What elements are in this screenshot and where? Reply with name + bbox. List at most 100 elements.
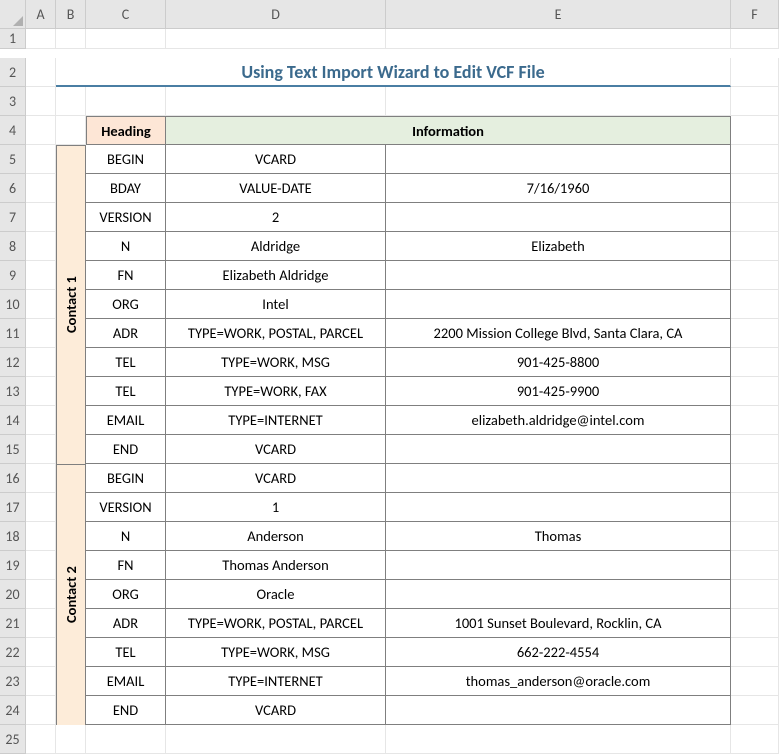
- c1-col2-1[interactable]: 7/16/1960: [386, 174, 731, 203]
- c1-heading-3[interactable]: N: [86, 232, 166, 261]
- col-header-C[interactable]: C: [86, 0, 166, 29]
- row-header-4[interactable]: 4: [0, 116, 26, 145]
- c1-col2-3[interactable]: Elizabeth: [386, 232, 731, 261]
- c1-heading-0[interactable]: BEGIN: [86, 145, 166, 174]
- row-header-8[interactable]: 8: [0, 232, 26, 261]
- contact-1-label[interactable]: Contact 1: [56, 145, 86, 464]
- row-header-1[interactable]: 1: [0, 29, 26, 49]
- cell-F4[interactable]: [731, 116, 779, 145]
- c1-col1-5[interactable]: Intel: [166, 290, 386, 319]
- c2-heading-1[interactable]: VERSION: [86, 493, 166, 522]
- row-header-19[interactable]: 19: [0, 551, 26, 580]
- cell-B3[interactable]: [56, 87, 86, 116]
- c2-col1-6[interactable]: TYPE=WORK, MSG: [166, 638, 386, 667]
- row-header-15[interactable]: 15: [0, 435, 26, 464]
- c2-heading-3[interactable]: FN: [86, 551, 166, 580]
- cell-F19[interactable]: [731, 551, 779, 580]
- cell-A13[interactable]: [26, 377, 56, 406]
- row-header-20[interactable]: 20: [0, 580, 26, 609]
- cell-A2[interactable]: [26, 58, 56, 87]
- cell-F11[interactable]: [731, 319, 779, 348]
- cell-A4[interactable]: [26, 116, 56, 145]
- c2-col2-1[interactable]: [386, 493, 731, 522]
- cell-F12[interactable]: [731, 348, 779, 377]
- c2-col1-1[interactable]: 1: [166, 493, 386, 522]
- cell-A3[interactable]: [26, 87, 56, 116]
- row-header-18[interactable]: 18: [0, 522, 26, 551]
- row-header-22[interactable]: 22: [0, 638, 26, 667]
- c1-col2-9[interactable]: elizabeth.aldridge@intel.com: [386, 406, 731, 435]
- c1-col2-4[interactable]: [386, 261, 731, 290]
- cell-B4[interactable]: [56, 116, 86, 145]
- c1-col1-4[interactable]: Elizabeth Aldridge: [166, 261, 386, 290]
- c2-heading-8[interactable]: END: [86, 696, 166, 725]
- cell-F20[interactable]: [731, 580, 779, 609]
- row-header-24[interactable]: 24: [0, 696, 26, 725]
- cell-A21[interactable]: [26, 609, 56, 638]
- row-header-14[interactable]: 14: [0, 406, 26, 435]
- cell-F7[interactable]: [731, 203, 779, 232]
- c1-heading-5[interactable]: ORG: [86, 290, 166, 319]
- cell-F8[interactable]: [731, 232, 779, 261]
- c2-heading-2[interactable]: N: [86, 522, 166, 551]
- cell-F13[interactable]: [731, 377, 779, 406]
- cell-D3[interactable]: [166, 87, 386, 116]
- row-header-2[interactable]: 2: [0, 58, 26, 87]
- cell-E3[interactable]: [386, 87, 731, 116]
- c2-col2-0[interactable]: [386, 464, 731, 493]
- c1-col2-5[interactable]: [386, 290, 731, 319]
- cell-F14[interactable]: [731, 406, 779, 435]
- c1-col1-10[interactable]: VCARD: [166, 435, 386, 464]
- cell-C25[interactable]: [86, 725, 166, 754]
- row-header-11[interactable]: 11: [0, 319, 26, 348]
- c2-col1-5[interactable]: TYPE=WORK, POSTAL, PARCEL: [166, 609, 386, 638]
- c1-col1-9[interactable]: TYPE=INTERNET: [166, 406, 386, 435]
- c1-col1-1[interactable]: VALUE-DATE: [166, 174, 386, 203]
- cell-D25[interactable]: [166, 725, 386, 754]
- cell-F9[interactable]: [731, 261, 779, 290]
- row-header-21[interactable]: 21: [0, 609, 26, 638]
- c2-col2-4[interactable]: [386, 580, 731, 609]
- cell-A10[interactable]: [26, 290, 56, 319]
- c1-col1-2[interactable]: 2: [166, 203, 386, 232]
- c1-heading-9[interactable]: EMAIL: [86, 406, 166, 435]
- cell-F16[interactable]: [731, 464, 779, 493]
- cell-B1[interactable]: [56, 29, 86, 49]
- c1-col2-7[interactable]: 901-425-8800: [386, 348, 731, 377]
- cell-A15[interactable]: [26, 435, 56, 464]
- cell-F10[interactable]: [731, 290, 779, 319]
- c2-col2-3[interactable]: [386, 551, 731, 580]
- cell-A11[interactable]: [26, 319, 56, 348]
- c1-col1-3[interactable]: Aldridge: [166, 232, 386, 261]
- cell-A23[interactable]: [26, 667, 56, 696]
- cell-F22[interactable]: [731, 638, 779, 667]
- select-all-corner[interactable]: [0, 0, 26, 29]
- cell-F5[interactable]: [731, 145, 779, 174]
- c2-col2-2[interactable]: Thomas: [386, 522, 731, 551]
- c2-col1-0[interactable]: VCARD: [166, 464, 386, 493]
- cell-F18[interactable]: [731, 522, 779, 551]
- cell-A1[interactable]: [26, 29, 56, 49]
- cell-A22[interactable]: [26, 638, 56, 667]
- c1-col1-6[interactable]: TYPE=WORK, POSTAL, PARCEL: [166, 319, 386, 348]
- cell-A24[interactable]: [26, 696, 56, 725]
- c2-col1-7[interactable]: TYPE=INTERNET: [166, 667, 386, 696]
- cell-A16[interactable]: [26, 464, 56, 493]
- c1-heading-6[interactable]: ADR: [86, 319, 166, 348]
- c2-col2-5[interactable]: 1001 Sunset Boulevard, Rocklin, CA: [386, 609, 731, 638]
- cell-A25[interactable]: [26, 725, 56, 754]
- row-header-12[interactable]: 12: [0, 348, 26, 377]
- cell-B25[interactable]: [56, 725, 86, 754]
- cell-F24[interactable]: [731, 696, 779, 725]
- c1-heading-4[interactable]: FN: [86, 261, 166, 290]
- cell-A17[interactable]: [26, 493, 56, 522]
- c1-col1-7[interactable]: TYPE=WORK, MSG: [166, 348, 386, 377]
- row-header-25[interactable]: 25: [0, 725, 26, 754]
- cell-E1[interactable]: [386, 29, 731, 49]
- header-heading[interactable]: Heading: [86, 116, 166, 145]
- c1-heading-7[interactable]: TEL: [86, 348, 166, 377]
- cell-A12[interactable]: [26, 348, 56, 377]
- row-header-16[interactable]: 16: [0, 464, 26, 493]
- c1-heading-8[interactable]: TEL: [86, 377, 166, 406]
- cell-A20[interactable]: [26, 580, 56, 609]
